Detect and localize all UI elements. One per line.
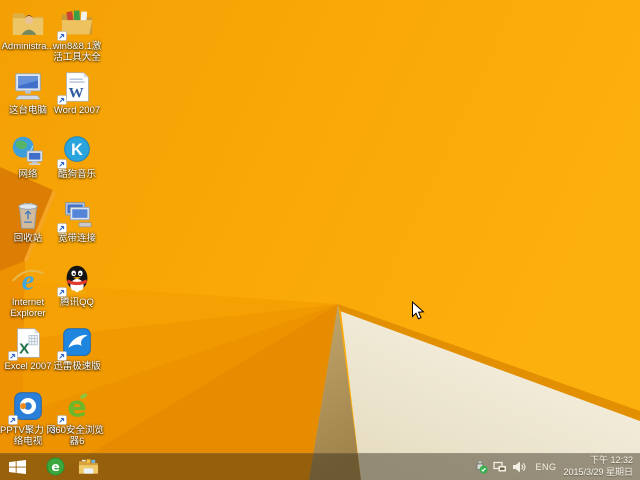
desktop-icon-label: 这台电脑: [8, 105, 47, 116]
desktop-icon-label: Administra...: [1, 41, 55, 52]
desktop-icon-win8-activation-folder[interactable]: win8&8.1激活工具大全: [49, 6, 105, 64]
desktop-icon-this-pc[interactable]: 这台电脑: [0, 70, 56, 116]
desktop-icon-label: Excel 2007: [4, 361, 52, 372]
language-indicator[interactable]: ENG: [535, 462, 556, 472]
file-explorer-icon: [78, 459, 98, 474]
desktop-icon-label: Internet Explorer: [10, 297, 46, 320]
svg-text:e: e: [51, 460, 59, 474]
desktop-screen: Administra... win8&8.1激活工具大全这台电脑 W Word 200…: [0, 0, 640, 480]
usb-check-icon: [477, 460, 489, 474]
desktop-icon-broadband-connection[interactable]: 宽带连接: [49, 198, 105, 244]
word-icon: W: [57, 70, 96, 105]
svg-text:X: X: [19, 340, 29, 357]
recycle-bin-icon: [9, 198, 47, 232]
svg-text:K: K: [71, 141, 83, 159]
360-browser-icon: e: [45, 457, 65, 476]
folder-tools-icon: [57, 6, 96, 41]
desktop-icon-kugou-music[interactable]: K 酷狗音乐: [49, 134, 105, 180]
desktop-icon-recycle-bin[interactable]: 回收站: [0, 198, 56, 244]
start-button[interactable]: [0, 453, 34, 480]
kugou-icon: K: [57, 134, 96, 169]
svg-text:e: e: [22, 265, 35, 296]
computer-icon: [9, 70, 47, 104]
desktop-icon-xunlei[interactable]: 迅雷极速版: [49, 326, 105, 372]
desktop-icons: Administra... win8&8.1激活工具大全这台电脑 W Word 200…: [0, 0, 640, 453]
desktop-icon-excel-2007[interactable]: X Excel 2007: [0, 326, 56, 372]
clock-date: 2015/3/29 星期日: [563, 466, 633, 477]
desktop-icon-administrator-folder[interactable]: Administra...: [0, 6, 56, 52]
clock-time: 下午 12:32: [589, 454, 633, 465]
globe-network-icon: [9, 134, 47, 168]
broadband-icon: [57, 198, 96, 233]
desktop-icon-pptv[interactable]: PPTV聚力 网络电视: [0, 390, 56, 448]
desktop-icon-label: 腾讯QQ: [60, 297, 94, 308]
desktop-icon-word-2007[interactable]: W Word 2007: [49, 70, 105, 116]
desktop-icon-label: Word 2007: [53, 105, 101, 116]
taskbar-clock[interactable]: 下午 12:32 2015/3/29 星期日: [563, 455, 633, 478]
desktop-icon-label: 迅雷极速版: [53, 361, 101, 372]
windows-logo-icon: [8, 459, 26, 474]
desktop-icon-label: 宽带连接: [57, 233, 96, 244]
volume-icon: [513, 461, 526, 472]
desktop-icon-label: PPTV聚力 网络电视: [0, 425, 56, 448]
desktop-icon-label: 酷狗音乐: [57, 169, 96, 180]
taskbar-360-browser-button[interactable]: e: [43, 453, 67, 480]
network-status-icon: [493, 461, 507, 471]
system-tray: ENG 下午 12:32 2015/3/29 星期日: [469, 453, 640, 480]
desktop-icon-network[interactable]: 网络: [0, 134, 56, 180]
volume-tray-button[interactable]: [512, 460, 526, 474]
desktop-icon-internet-explorer[interactable]: e Internet Explorer: [0, 262, 56, 320]
taskbar-file-explorer-button[interactable]: [76, 453, 100, 480]
taskbar: e ENG 下午 12:32 2015/3/29 星期日: [0, 453, 640, 480]
desktop-icon-label: 网络: [18, 169, 38, 180]
safely-remove-hardware-tray-button[interactable]: [474, 460, 489, 474]
qq-icon: [57, 262, 96, 297]
desktop-icon-tencent-qq[interactable]: 腾讯QQ: [49, 262, 105, 308]
ie-icon: e: [9, 262, 47, 296]
excel-icon: X: [8, 326, 47, 361]
folder-user-icon: [9, 6, 47, 40]
xunlei-icon: [57, 326, 96, 361]
desktop-icon-label: 回收站: [13, 233, 43, 244]
desktop-icon-360-browser-6[interactable]: e 360安全浏览器6: [49, 390, 105, 448]
svg-text:W: W: [68, 84, 83, 101]
pptv-icon: [8, 390, 47, 425]
network-tray-button[interactable]: [493, 460, 507, 474]
desktop-icon-label: win8&8.1激活工具大全: [52, 41, 102, 64]
se360-icon: e: [57, 390, 96, 425]
desktop-icon-label: 360安全浏览器6: [50, 425, 104, 448]
